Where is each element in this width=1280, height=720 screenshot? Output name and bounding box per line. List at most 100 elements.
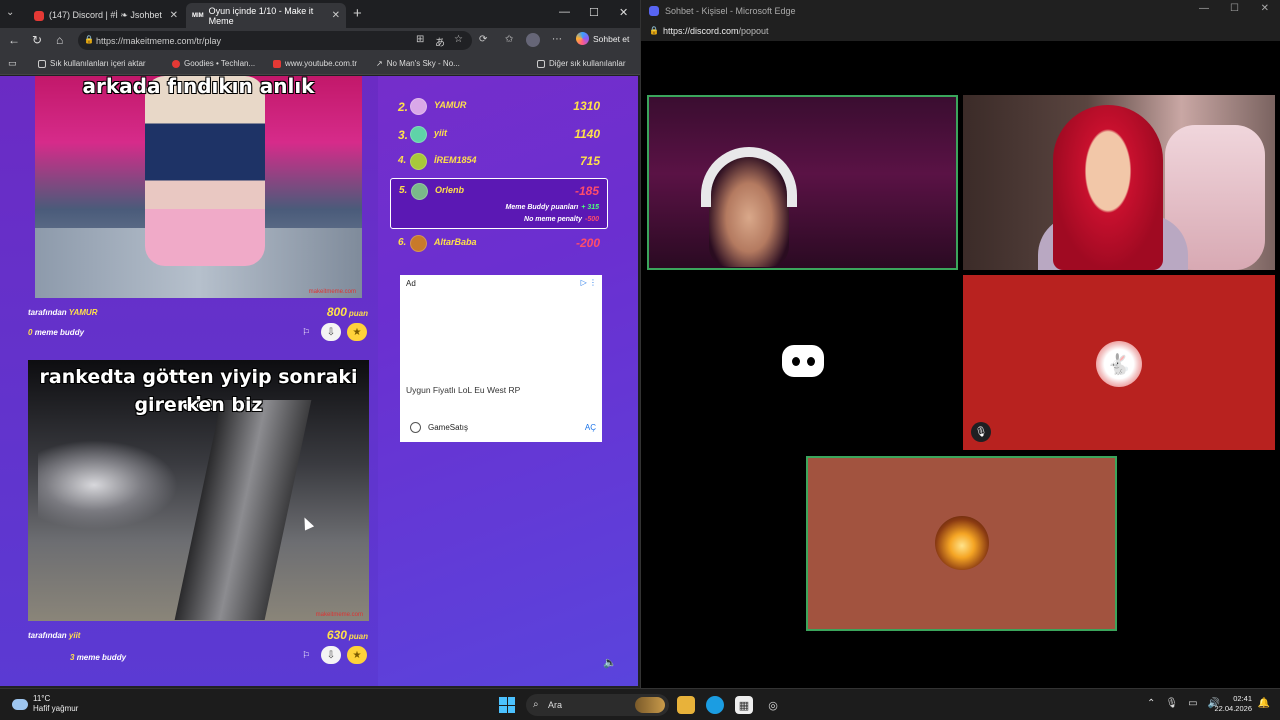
extensions-icon[interactable]: ⟳ bbox=[479, 34, 487, 45]
bookmark-label: Sık kullanılanları içeri aktar bbox=[50, 59, 146, 68]
player-avatar bbox=[410, 126, 427, 143]
player-avatar bbox=[410, 98, 427, 115]
discord-app-icon[interactable]: ◎ bbox=[764, 696, 782, 714]
lock-icon: 🔒 bbox=[84, 35, 94, 44]
bookmark-import[interactable]: Sık kullanılanları içeri aktar bbox=[38, 59, 146, 68]
microphone-icon[interactable]: 🎙 bbox=[1165, 698, 1178, 709]
buddy-label: meme buddy bbox=[76, 653, 127, 662]
maximize-icon[interactable]: ☐ bbox=[1230, 3, 1239, 14]
meme-caption: arkada fındıkın anlık bbox=[82, 76, 315, 98]
buddy-label: meme buddy bbox=[34, 328, 85, 337]
windows-logo-pane bbox=[507, 705, 515, 713]
player-points: 1310 bbox=[573, 99, 600, 113]
buddy-points-value: + 315 bbox=[581, 204, 599, 211]
bookmark-label: No Man's Sky - No... bbox=[386, 59, 460, 68]
avatar-tile[interactable]: 🐇 🎙 bbox=[963, 275, 1275, 450]
player-rank: 5. bbox=[399, 185, 408, 196]
temperature: 11°C bbox=[33, 694, 51, 703]
close-tab-icon[interactable]: ✕ bbox=[170, 10, 178, 21]
tab-title: Oyun içinde 1/10 - Make it Meme bbox=[208, 5, 314, 26]
report-flag-icon[interactable]: ⚐ bbox=[302, 327, 310, 338]
close-window-icon[interactable]: ✕ bbox=[619, 6, 628, 19]
discord-logo-icon bbox=[782, 345, 824, 377]
bookmarks-toggle-icon[interactable]: ▭ bbox=[8, 58, 17, 69]
address-bar[interactable]: 🔒 https://makeitmeme.com/tr/play bbox=[78, 31, 472, 50]
ad-source: GameSatış bbox=[428, 423, 469, 432]
video-tile-speaking[interactable] bbox=[647, 95, 958, 270]
player-name: İREM1854 bbox=[434, 155, 477, 165]
popout-address-bar: 🔒 https://discord.com/popout bbox=[641, 21, 1280, 41]
taskbar-search[interactable]: ⌕ Ara bbox=[526, 694, 669, 716]
notification-bell-icon[interactable]: 🔔 bbox=[1258, 698, 1270, 709]
minimize-icon[interactable]: — bbox=[1199, 3, 1209, 14]
avatar-tile-speaking[interactable] bbox=[806, 456, 1117, 631]
player-points: 1140 bbox=[574, 127, 600, 141]
home-icon[interactable]: ⌂ bbox=[56, 33, 63, 47]
ad-banner[interactable]: Ad ▷ ⋮ Uygun Fiyatlı LoL Eu West RP Game… bbox=[400, 275, 602, 442]
tab-make-it-meme[interactable]: MIM Oyun içinde 1/10 - Make it Meme ✕ bbox=[186, 3, 346, 28]
report-flag-icon[interactable]: ⚐ bbox=[302, 650, 310, 661]
player-rank: 6. bbox=[398, 237, 407, 248]
screen-share-tile[interactable] bbox=[647, 275, 958, 450]
bookmark-other-favorites[interactable]: Diğer sık kullanılanlar bbox=[537, 59, 625, 68]
search-placeholder: Ara bbox=[548, 700, 563, 710]
copilot-button[interactable]: Sohbet et bbox=[576, 32, 629, 45]
score-unit: puan bbox=[348, 632, 368, 641]
bookmarks-bar: ▭ Sık kullanılanları içeri aktar Goodies… bbox=[0, 53, 640, 75]
translate-icon[interactable]: あ bbox=[435, 34, 445, 49]
back-icon[interactable]: ← bbox=[8, 33, 20, 47]
player-points: -200 bbox=[575, 236, 600, 250]
author-prefix: tarafından bbox=[28, 631, 67, 640]
bookmark-youtube[interactable]: www.youtube.com.tr bbox=[273, 59, 357, 68]
player-points: -185 bbox=[574, 184, 599, 198]
score-value: 800 bbox=[326, 305, 347, 319]
tab-discord[interactable]: (147) Discord | #İ ❧ Jsohbet ✕ bbox=[28, 3, 184, 28]
ad-open-button[interactable]: AÇ bbox=[585, 423, 596, 432]
youtube-favicon-icon bbox=[34, 10, 44, 21]
leaderboard-row: 4. İREM1854 715 bbox=[390, 149, 608, 175]
network-icon[interactable]: ▭ bbox=[1188, 698, 1197, 709]
favorite-button[interactable]: ★ bbox=[347, 646, 367, 664]
ad-headline[interactable]: Uygun Fiyatlı LoL Eu West RP bbox=[406, 385, 520, 395]
url-host: https://discord.com bbox=[663, 26, 739, 36]
maximize-icon[interactable]: ☐ bbox=[589, 6, 599, 19]
edge-icon[interactable] bbox=[706, 696, 724, 714]
meme-feed[interactable]: arkada fındıkın anlık makeitmeme.com tar… bbox=[0, 76, 378, 686]
weather-widget[interactable]: 11°C Hafif yağmur bbox=[12, 694, 78, 714]
url-path: /popout bbox=[738, 26, 769, 36]
file-explorer-icon[interactable] bbox=[677, 696, 695, 714]
weather-text: 11°C Hafif yağmur bbox=[33, 694, 78, 714]
copilot-icon bbox=[576, 32, 589, 45]
refresh-icon[interactable]: ↻ bbox=[32, 33, 42, 47]
adchoices-icon[interactable]: ▷ ⋮ bbox=[581, 278, 597, 287]
folder-icon bbox=[537, 59, 545, 68]
video-tile[interactable] bbox=[963, 95, 1275, 270]
bookmark-nomanssky[interactable]: ↗ No Man's Sky - No... bbox=[376, 59, 460, 68]
meme-author-line: tarafından YAMUR bbox=[28, 308, 98, 317]
download-button[interactable]: ⇩ bbox=[321, 646, 341, 664]
download-button[interactable]: ⇩ bbox=[321, 323, 341, 341]
start-button[interactable] bbox=[499, 697, 515, 713]
new-tab-icon[interactable]: + bbox=[353, 5, 362, 22]
tab-title: (147) Discord | #İ ❧ Jsohbet bbox=[49, 10, 162, 20]
store-icon[interactable]: ▦ bbox=[735, 696, 753, 714]
tab-actions-menu-icon[interactable]: ⌄ bbox=[6, 7, 14, 18]
clock-date: 22.04.2026 bbox=[1214, 704, 1252, 713]
windows-logo-pane bbox=[499, 705, 507, 713]
sound-toggle-icon[interactable]: 🔈 bbox=[603, 656, 617, 669]
minimize-icon[interactable]: — bbox=[559, 6, 570, 18]
system-clock[interactable]: 02:41 22.04.2026 bbox=[1214, 694, 1252, 714]
close-tab-icon[interactable]: ✕ bbox=[332, 10, 340, 21]
chevron-up-icon[interactable]: ⌃ bbox=[1147, 698, 1155, 709]
grid-icon[interactable]: ⊞ bbox=[416, 34, 424, 45]
profile-avatar[interactable] bbox=[526, 33, 540, 47]
favorite-star-icon[interactable]: ☆ bbox=[454, 34, 463, 45]
favorite-button[interactable]: ★ bbox=[347, 323, 367, 341]
copilot-label: Sohbet et bbox=[593, 33, 630, 44]
bookmark-goodies[interactable]: Goodies • Techlan... bbox=[172, 59, 255, 68]
meme-image-subject bbox=[38, 440, 178, 530]
favorites-icon[interactable]: ✩ bbox=[505, 34, 513, 45]
meme-image: rankedta götten yiyip sonraki ele girerk… bbox=[28, 360, 369, 621]
more-menu-icon[interactable]: ⋯ bbox=[552, 34, 562, 45]
close-window-icon[interactable]: ✕ bbox=[1261, 3, 1269, 14]
